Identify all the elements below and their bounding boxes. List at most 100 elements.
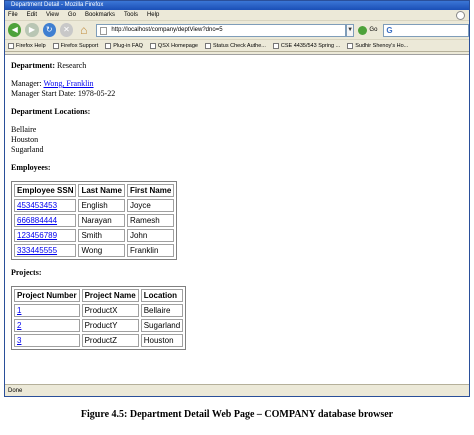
home-button[interactable]: ⌂: [77, 23, 90, 37]
bookmark-item[interactable]: Firefox Help: [8, 42, 46, 49]
status-bar: Done: [5, 384, 469, 396]
bookmark-item[interactable]: CSE 4435/543 Spring ...: [272, 42, 341, 49]
bookmark-item[interactable]: QSX Homepage: [149, 42, 198, 49]
ssn-link[interactable]: 333445555: [17, 246, 57, 255]
bookmark-item[interactable]: Firefox Support: [52, 42, 99, 49]
ssn-cell: 453453453: [14, 199, 77, 212]
table-row: 1 ProductX Bellaire: [14, 304, 184, 317]
stop-button[interactable]: ✕: [59, 23, 74, 37]
bookmark-label: QSX Homepage: [157, 42, 198, 49]
bookmarks-toolbar: Firefox Help Firefox Support Plug-in FAQ…: [5, 40, 469, 52]
stop-icon: ✕: [63, 25, 70, 34]
page-content: Department: Research Manager: Wong, Fran…: [5, 54, 469, 384]
bookmark-label: CSE 4435/543 Spring ...: [280, 42, 341, 49]
project-name-cell: ProductY: [81, 319, 139, 332]
project-location-cell: Houston: [140, 334, 184, 347]
ssn-cell: 666884444: [14, 214, 77, 227]
url-history-dropdown[interactable]: ▼: [345, 23, 355, 37]
column-header: Location: [140, 289, 184, 302]
reload-button[interactable]: ↻: [42, 23, 56, 37]
last-name-cell: English: [78, 199, 125, 212]
page-icon: [100, 26, 108, 35]
figure-caption: Figure 4.5: Department Detail Web Page –…: [80, 409, 394, 420]
go-button[interactable]: Go: [358, 25, 378, 35]
bookmark-item[interactable]: Plug-in FAQ: [105, 42, 143, 49]
employees-table: Employee SSN Last Name First Name 453453…: [11, 181, 178, 260]
bookmark-label: Sudhir Shenoy's Ho...: [355, 42, 409, 49]
window-title: Department Detail - Mozilla Firefox: [5, 1, 469, 10]
forward-arrow-icon: ▶: [28, 25, 35, 34]
column-header: First Name: [126, 184, 175, 197]
menu-view[interactable]: View: [46, 12, 59, 18]
throbber-icon: [456, 11, 465, 20]
project-link[interactable]: 2: [17, 321, 21, 330]
back-button[interactable]: ◀: [8, 23, 22, 37]
column-header: Project Name: [81, 289, 139, 302]
bookmark-label: Firefox Help: [16, 42, 46, 49]
table-row: 3 ProductZ Houston: [14, 334, 184, 347]
bookmark-item[interactable]: Sudhir Shenoy's Ho...: [347, 42, 409, 49]
locations-heading: Department Locations:: [11, 107, 91, 116]
go-icon: [358, 25, 368, 35]
location-item: Bellaire: [11, 125, 37, 134]
column-header: Project Number: [14, 289, 80, 302]
home-icon: ⌂: [80, 23, 88, 37]
projects-heading: Projects:: [11, 268, 42, 277]
ssn-link[interactable]: 666884444: [17, 216, 57, 225]
table-row: 453453453 English Joyce: [14, 199, 175, 212]
project-number-cell: 2: [14, 319, 80, 332]
chevron-down-icon: ▼: [347, 26, 354, 33]
table-row: 2 ProductY Sugarland: [14, 319, 184, 332]
table-header-row: Project Number Project Name Location: [14, 289, 184, 302]
menu-help[interactable]: Help: [147, 12, 159, 18]
manager-start-label: Manager Start Date:: [11, 89, 76, 98]
reload-icon: ↻: [45, 25, 53, 34]
bookmark-icon: [105, 42, 112, 49]
ssn-cell: 123456789: [14, 229, 77, 242]
last-name-cell: Smith: [78, 229, 125, 242]
bookmark-label: Status Check Authe...: [212, 42, 266, 49]
department-label: Department:: [11, 61, 55, 70]
employees-heading: Employees:: [11, 163, 51, 172]
google-search-icon: G: [386, 25, 393, 35]
project-location-cell: Bellaire: [140, 304, 184, 317]
table-header-row: Employee SSN Last Name First Name: [14, 184, 175, 197]
url-text: http://localhost/company/deptView?dno=5: [111, 26, 223, 33]
manager-link[interactable]: Wong, Franklin: [44, 79, 94, 88]
bookmark-icon: [347, 42, 354, 49]
project-link[interactable]: 3: [17, 336, 21, 345]
first-name-cell: Ramesh: [126, 214, 175, 227]
bookmark-label: Firefox Support: [60, 42, 99, 49]
first-name-cell: John: [126, 229, 175, 242]
table-row: 123456789 Smith John: [14, 229, 175, 242]
menu-file[interactable]: File: [8, 12, 18, 18]
forward-button[interactable]: ▶: [25, 23, 39, 37]
bookmark-item[interactable]: Status Check Authe...: [204, 42, 266, 49]
menu-bookmarks[interactable]: Bookmarks: [85, 12, 115, 18]
first-name-cell: Franklin: [126, 244, 175, 257]
menu-edit[interactable]: Edit: [27, 12, 37, 18]
table-row: 666884444 Narayan Ramesh: [14, 214, 175, 227]
ssn-link[interactable]: 123456789: [17, 231, 57, 240]
menu-go[interactable]: Go: [68, 12, 76, 18]
ssn-link[interactable]: 453453453: [17, 201, 57, 210]
column-header: Employee SSN: [14, 184, 77, 197]
go-label: Go: [369, 27, 378, 33]
project-number-cell: 3: [14, 334, 80, 347]
last-name-cell: Narayan: [78, 214, 125, 227]
manager-line: Manager: Wong, Franklin: [11, 79, 463, 89]
menu-tools[interactable]: Tools: [124, 12, 138, 18]
project-location-cell: Sugarland: [140, 319, 184, 332]
bookmark-icon: [272, 42, 279, 49]
url-field[interactable]: http://localhost/company/deptView?dno=5: [96, 23, 346, 37]
department-value: Research: [56, 61, 87, 70]
bookmark-icon: [8, 42, 14, 49]
project-name-cell: ProductZ: [81, 334, 139, 347]
search-field[interactable]: G: [383, 23, 469, 37]
project-link[interactable]: 1: [17, 306, 21, 315]
manager-start-line: Manager Start Date: 1978-05-22: [11, 89, 463, 99]
bookmark-label: Plug-in FAQ: [113, 42, 143, 49]
column-header: Last Name: [78, 184, 125, 197]
ssn-cell: 333445555: [14, 244, 77, 257]
menu-bar: File Edit View Go Bookmarks Tools Help: [5, 10, 469, 21]
